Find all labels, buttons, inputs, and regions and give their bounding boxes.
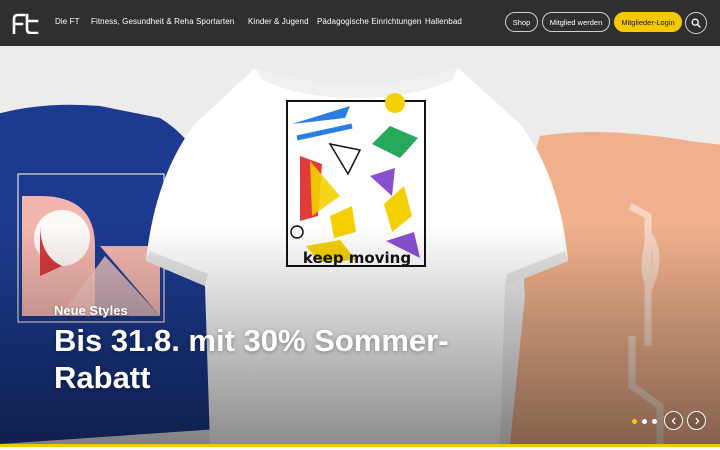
nav-item-hallenbad[interactable]: Hallenbad: [425, 17, 462, 26]
slider-dot-2[interactable]: [642, 419, 647, 424]
nav-item-die-ft[interactable]: Die FT: [55, 17, 80, 26]
slider-prev-button[interactable]: [664, 411, 683, 430]
slider-next-button[interactable]: [687, 411, 706, 430]
nav-item-sportarten[interactable]: Sportarten: [196, 17, 234, 26]
nav-item-paedagogische-einrichtungen[interactable]: Pädagogische Einrichtungen: [317, 17, 421, 26]
join-button[interactable]: Mitglied werden: [542, 12, 610, 32]
slider-dot-3[interactable]: [652, 419, 657, 424]
search-icon: [691, 18, 701, 28]
chevron-left-icon: [671, 417, 676, 424]
nav-item-kinder-jugend[interactable]: Kinder & Jugend: [248, 17, 309, 26]
top-navigation-bar: Die FT Fitness, Gesundheit & Reha Sporta…: [0, 0, 720, 46]
member-login-button[interactable]: Mitglieder-Login: [614, 12, 682, 32]
slider-dot-1[interactable]: [632, 419, 637, 424]
nav-item-fitness[interactable]: Fitness, Gesundheit & Reha: [91, 17, 194, 26]
shirt-print-text: keep moving: [302, 249, 412, 267]
chevron-right-icon: [694, 417, 699, 424]
ft-logo-icon[interactable]: [12, 13, 39, 34]
hero-headline[interactable]: Bis 31.8. mit 30% Sommer-Rabatt: [54, 322, 494, 396]
search-button[interactable]: [685, 12, 707, 34]
shop-button[interactable]: Shop: [505, 12, 538, 32]
hero-slider: keep moving Neue Styles Bis 31.8. mit 30…: [0, 46, 720, 444]
hero-eyebrow: Neue Styles: [54, 303, 128, 318]
